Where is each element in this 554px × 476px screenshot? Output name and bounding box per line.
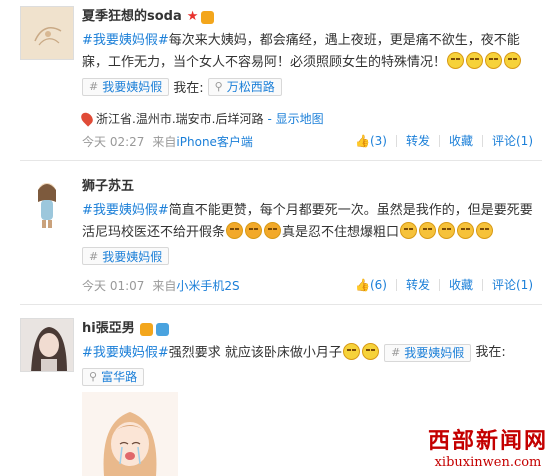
post-actions: 👍(3) 转发 收藏 评论(1) (346, 135, 542, 147)
like-count: (3) (369, 134, 387, 148)
source-link[interactable]: iPhone客户端 (176, 135, 253, 149)
post-time[interactable]: 今天 01:07 (82, 277, 144, 294)
username-row: 狮子苏五 (82, 178, 542, 196)
source-prefix: 来自 (152, 134, 177, 149)
watermark-title: 西部新闻网 (427, 428, 548, 454)
post-divider (20, 160, 542, 161)
place-chip[interactable]: ⚲ 富华路 (82, 367, 145, 386)
topic-link[interactable]: #我要姨妈假# (82, 203, 169, 218)
hashtag-icon: # (391, 346, 401, 359)
post-divider (20, 304, 542, 305)
angry-emoji-icon (457, 222, 475, 239)
thumbs-up-icon: 👍 (355, 278, 370, 292)
source-prefix: 来自 (152, 278, 177, 293)
location-row: 浙江省.温州市.瑞安市.后垟河路 - 显示地图 (78, 110, 542, 127)
place-chip[interactable]: ⚲ 万松西路 (207, 77, 282, 96)
topic-chip-label: 我要姨妈假 (102, 249, 163, 264)
crying-emoji-icon (264, 222, 282, 239)
username[interactable]: 夏季狂想的soda (82, 8, 182, 26)
post-text: #我要姨妈假#简直不能更赞，每个月都要死一次。虽然是我作的，但是要死要活尼玛校医… (82, 200, 542, 244)
source-link[interactable]: 小米手机2S (176, 279, 239, 293)
avatar[interactable] (20, 176, 74, 230)
topic-chip[interactable]: # 我要姨妈假 (82, 247, 170, 265)
comment-button[interactable]: 评论(1) (482, 279, 542, 291)
location-icon: ⚲ (214, 80, 223, 93)
username-row: 夏季狂想的soda ★ (82, 8, 542, 26)
crying-girl-illustration (82, 392, 178, 476)
at-label: 我在: (475, 345, 506, 360)
post-actions: 👍(6) 转发 收藏 评论(1) (346, 279, 542, 291)
place-chip-label: 万松西路 (226, 80, 275, 94)
tag-row: # 我要姨妈假 (82, 247, 542, 265)
post-source: 来自iPhone客户端 (152, 133, 253, 150)
topic-chip[interactable]: # 我要姨妈假 (82, 77, 170, 96)
at-label: 我在: (173, 81, 204, 96)
hashtag-icon: # (89, 80, 99, 93)
crying-emoji-icon (485, 52, 503, 69)
member-badge-icon[interactable] (139, 322, 153, 336)
crying-emoji-icon (226, 222, 244, 239)
repost-button[interactable]: 转发 (395, 135, 439, 147)
crying-emoji-icon (447, 52, 465, 69)
topic-chip-label: 我要姨妈假 (102, 80, 163, 94)
crying-emoji-icon (504, 52, 522, 69)
post-text: #我要姨妈假#每次来大姨妈，都会痛经，遇上夜班，更是痛不欲生，夜不能寐，工作无力… (82, 30, 542, 74)
crying-emoji-icon (466, 52, 484, 69)
avatar[interactable] (20, 318, 74, 372)
tag-row: ⚲ 富华路 (82, 367, 542, 386)
favorite-button[interactable]: 收藏 (438, 135, 482, 147)
username[interactable]: 狮子苏五 (82, 178, 134, 196)
watermark-url: xibuxinwen.com (434, 455, 542, 470)
avatar[interactable] (20, 6, 74, 60)
location-text: 浙江省.温州市.瑞安市.后垟河路 (96, 112, 264, 126)
angry-emoji-icon (476, 222, 494, 239)
place-chip-label: 富华路 (101, 370, 138, 384)
post-text: #我要姨妈假#强烈要求 就应该卧床做小月子 # 我要姨妈假 我在: (82, 342, 542, 365)
show-map-link[interactable]: - 显示地图 (267, 110, 323, 127)
like-count: (6) (369, 278, 387, 292)
site-watermark: 西部新闻网 xibuxinwen.com (428, 423, 548, 470)
like-button[interactable]: 👍(6) (346, 279, 396, 291)
vip-badge-icon[interactable] (155, 322, 169, 336)
avatar-image (21, 319, 73, 371)
post-meta: 今天 02:27 来自iPhone客户端 👍(3) 转发 收藏 评论(1) (82, 132, 542, 150)
location-icon: ⚲ (89, 370, 98, 383)
topic-link[interactable]: #我要姨妈假# (82, 346, 169, 361)
crying-emoji-icon (361, 342, 379, 360)
star-badge-icon: ★ (186, 9, 199, 24)
crying-emoji-icon (245, 222, 263, 239)
post-meta: 今天 01:07 来自小米手机2S 👍(6) 转发 收藏 评论(1) (82, 276, 542, 294)
thumbs-up-icon: 👍 (355, 134, 370, 148)
repost-button[interactable]: 转发 (395, 279, 439, 291)
location-pin-icon (78, 110, 96, 127)
angry-emoji-icon (400, 222, 418, 239)
angry-emoji-icon (419, 222, 437, 239)
post-photo[interactable] (82, 392, 178, 476)
hashtag-icon: # (89, 249, 99, 263)
post-source: 来自小米手机2S (152, 277, 239, 294)
avatar-image (21, 7, 73, 59)
post-time[interactable]: 今天 02:27 (82, 133, 144, 150)
post-body: 强烈要求 就应该卧床做小月子 (168, 345, 342, 361)
username[interactable]: hi張亞男 (82, 320, 135, 338)
topic-chip[interactable]: # 我要姨妈假 (384, 344, 472, 362)
topic-link[interactable]: #我要姨妈假# (82, 33, 169, 48)
username-row: hi張亞男 (82, 320, 542, 338)
crying-emoji-icon (342, 342, 360, 360)
member-badge-icon[interactable] (201, 10, 215, 24)
angry-emoji-icon (438, 222, 456, 239)
tag-row: # 我要姨妈假 我在: ⚲ 万松西路 (82, 77, 542, 96)
avatar-image (20, 176, 74, 230)
like-button[interactable]: 👍(3) (346, 135, 396, 147)
topic-chip-label: 我要姨妈假 (404, 346, 465, 360)
comment-button[interactable]: 评论(1) (482, 135, 542, 147)
favorite-button[interactable]: 收藏 (438, 279, 482, 291)
post-body-end: 真是忍不住想爆粗口 (282, 225, 400, 240)
